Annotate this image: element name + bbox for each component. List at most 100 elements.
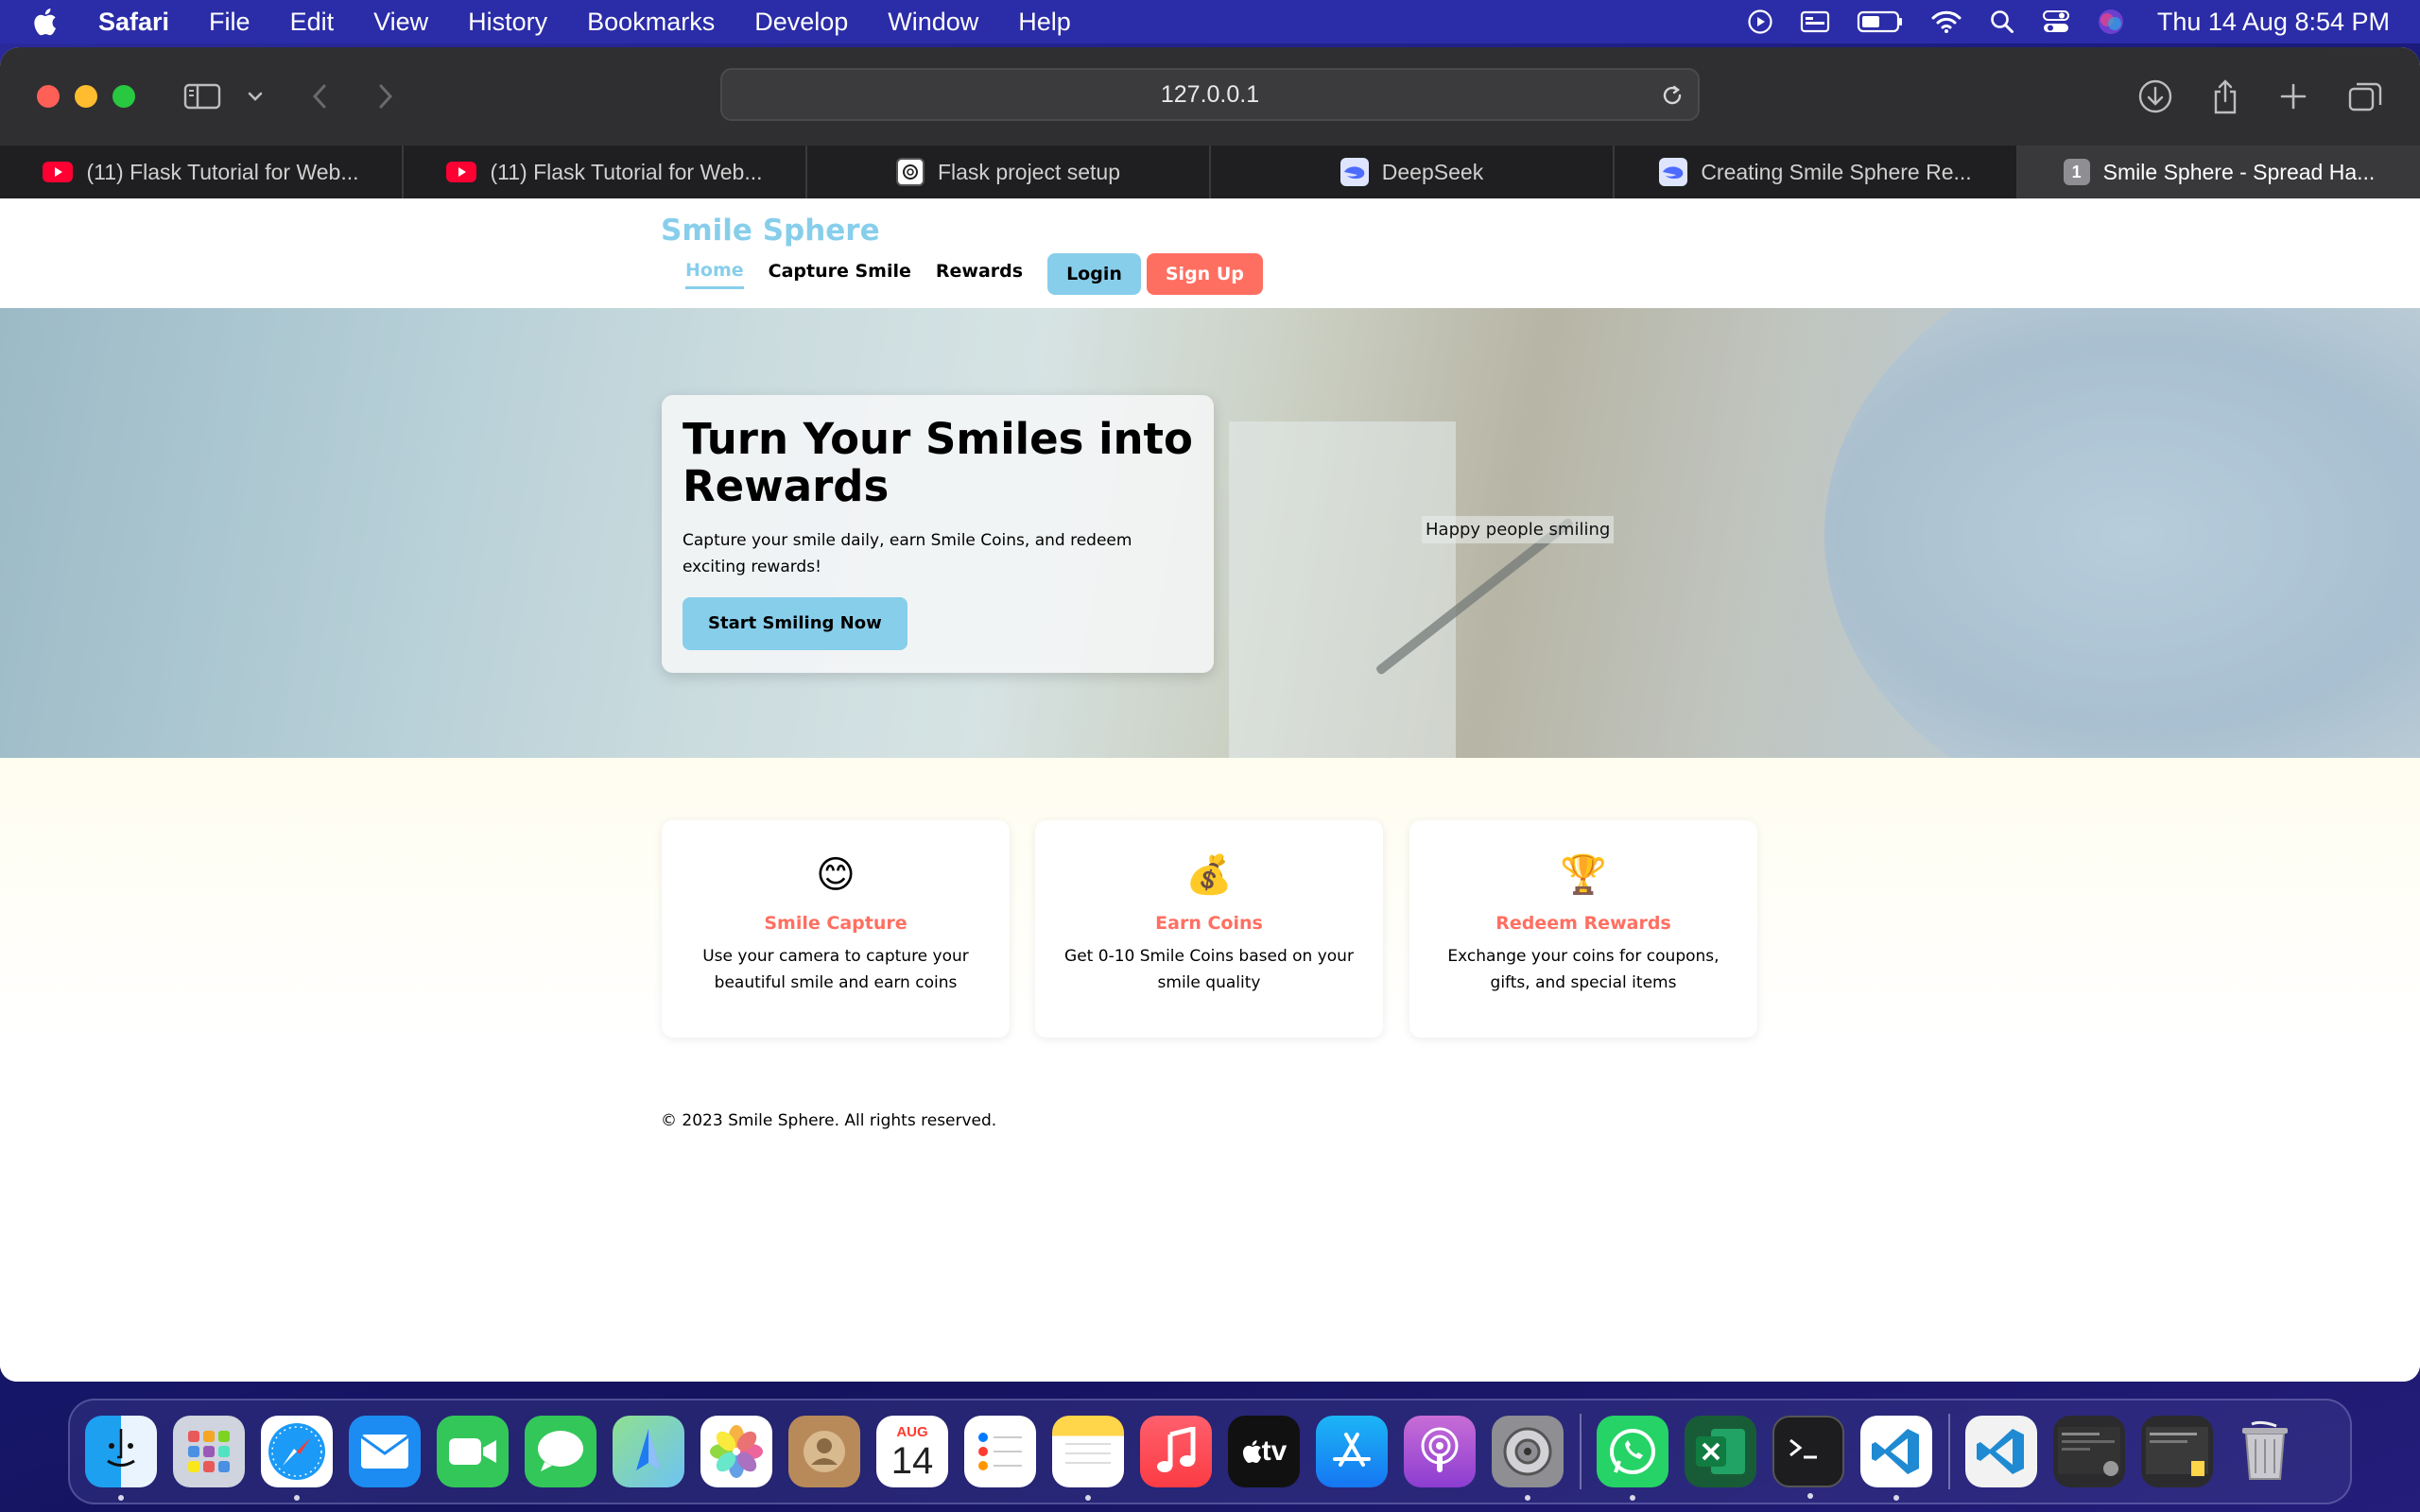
excel-icon[interactable] (1685, 1416, 1756, 1487)
deepseek-icon (1340, 158, 1369, 186)
hero-title: Turn Your Smiles into Rewards (683, 414, 1193, 511)
tab-title: DeepSeek (1381, 159, 1484, 184)
hero-text: Capture your smile daily, earn Smile Coi… (683, 531, 1132, 576)
dock-separator (1948, 1414, 1950, 1489)
maps-icon[interactable] (613, 1416, 684, 1487)
signup-button[interactable]: Sign Up (1146, 253, 1263, 295)
menu-help[interactable]: Help (1018, 8, 1071, 37)
nav-rewards-link[interactable]: Rewards (936, 261, 1023, 287)
siri-icon[interactable] (2097, 8, 2125, 36)
terminal-icon[interactable] (1772, 1416, 1844, 1499)
control-center-icon[interactable] (2042, 9, 2070, 35)
nav-capture-smile-link[interactable]: Capture Smile (769, 261, 911, 287)
tab-title: (11) Flask Tutorial for Web... (86, 159, 359, 184)
app-store-icon[interactable] (1316, 1416, 1388, 1487)
back-arrow-icon[interactable] (297, 74, 342, 119)
menu-history[interactable]: History (468, 8, 547, 37)
play-icon[interactable] (1747, 9, 1773, 35)
dock: AUG 14 tv (68, 1399, 2352, 1504)
chevron-down-icon[interactable] (233, 74, 278, 119)
vscode-icon[interactable] (1860, 1416, 1932, 1501)
deepseek-icon (1659, 158, 1688, 186)
tab-overview-icon[interactable] (2342, 74, 2388, 119)
address-bar-url[interactable]: 127.0.0.1 (1161, 81, 1259, 109)
apple-tv-label: tv (1261, 1435, 1288, 1467)
launchpad-icon[interactable] (173, 1416, 245, 1487)
browser-toolbar: 127.0.0.1 (0, 47, 2420, 146)
youtube-icon (446, 162, 477, 182)
site-header: Smile Sphere Home Capture Smile Rewards … (0, 198, 2420, 308)
messages-icon[interactable] (525, 1416, 596, 1487)
site-logo[interactable]: Smile Sphere (661, 214, 880, 248)
chatgpt-icon (895, 158, 925, 186)
tab-number-icon: 1 (2063, 159, 2090, 185)
apple-tv-icon[interactable]: tv (1228, 1416, 1300, 1487)
music-icon[interactable] (1140, 1416, 1212, 1487)
whatsapp-icon[interactable] (1597, 1416, 1668, 1501)
recent-window-thumbnail-icon[interactable] (2053, 1416, 2125, 1487)
feature-card-smile-capture: 😊 Smile Capture Use your camera to captu… (662, 820, 1010, 1038)
site-nav: Home Capture Smile Rewards Login Sign Up (685, 253, 1263, 295)
display-icon[interactable] (1800, 9, 1830, 34)
tab-flask-tutorial-1[interactable]: (11) Flask Tutorial for Web... (0, 146, 404, 198)
feature-text: Get 0-10 Smile Coins based on your smile… (1064, 947, 1354, 992)
photos-icon[interactable] (700, 1416, 772, 1487)
menu-bookmarks[interactable]: Bookmarks (587, 8, 715, 37)
forward-arrow-icon[interactable] (363, 74, 408, 119)
mail-icon[interactable] (349, 1416, 421, 1487)
trophy-icon: 🏆 (1560, 853, 1607, 897)
feature-title: Earn Coins (1155, 913, 1263, 934)
sidebar-toggle-icon[interactable] (180, 74, 225, 119)
contacts-icon[interactable] (788, 1416, 860, 1487)
menu-window[interactable]: Window (888, 8, 978, 37)
spotlight-search-icon[interactable] (1989, 9, 2015, 35)
tab-smile-sphere-active[interactable]: 1 Smile Sphere - Spread Ha... (2018, 146, 2420, 198)
login-button[interactable]: Login (1047, 253, 1141, 295)
new-tab-plus-icon[interactable] (2271, 74, 2316, 119)
facetime-icon[interactable] (437, 1416, 509, 1487)
zoom-window-button[interactable] (112, 85, 135, 108)
feature-title: Smile Capture (764, 913, 908, 934)
feature-text: Exchange your coins for coupons, gifts, … (1447, 947, 1720, 992)
nav-home-link[interactable]: Home (685, 260, 744, 289)
share-icon[interactable] (2203, 74, 2248, 119)
tab-flask-tutorial-2[interactable]: (11) Flask Tutorial for Web... (404, 146, 807, 198)
tab-deepseek[interactable]: DeepSeek (1211, 146, 1615, 198)
recent-document-thumbnail-icon[interactable] (2141, 1416, 2213, 1487)
menu-file[interactable]: File (209, 8, 251, 37)
smiling-face-icon: 😊 (816, 853, 856, 897)
system-settings-icon[interactable] (1492, 1416, 1564, 1501)
tab-title: (11) Flask Tutorial for Web... (490, 159, 763, 184)
menu-edit[interactable]: Edit (290, 8, 335, 37)
hero-card: Turn Your Smiles into Rewards Capture yo… (662, 395, 1214, 673)
vscode-document-icon[interactable] (1965, 1416, 2037, 1487)
menu-develop[interactable]: Develop (754, 8, 848, 37)
reload-icon[interactable] (1658, 81, 1686, 116)
menu-view[interactable]: View (373, 8, 428, 37)
feature-card-earn-coins: 💰 Earn Coins Get 0-10 Smile Coins based … (1035, 820, 1383, 1038)
tab-creating-smile-sphere[interactable]: Creating Smile Sphere Re... (1615, 146, 2018, 198)
tab-flask-project-setup[interactable]: Flask project setup (807, 146, 1211, 198)
tab-title: Smile Sphere - Spread Ha... (2102, 159, 2376, 184)
downloads-icon[interactable] (2133, 74, 2178, 119)
start-smiling-button[interactable]: Start Smiling Now (683, 597, 908, 650)
wifi-icon[interactable] (1930, 9, 1962, 34)
menubar-clock[interactable]: Thu 14 Aug 8:54 PM (2157, 8, 2390, 37)
minimize-window-button[interactable] (75, 85, 97, 108)
podcasts-icon[interactable] (1404, 1416, 1476, 1487)
notes-icon[interactable] (1052, 1416, 1124, 1501)
address-bar[interactable]: 127.0.0.1 (720, 68, 1700, 121)
youtube-icon (43, 162, 74, 182)
battery-icon[interactable] (1857, 9, 1904, 34)
menu-app-safari[interactable]: Safari (98, 8, 169, 37)
money-bag-icon: 💰 (1185, 853, 1233, 897)
menu-bar: Safari File Edit View History Bookmarks … (0, 0, 2420, 43)
finder-icon[interactable] (85, 1416, 157, 1501)
safari-icon[interactable] (261, 1416, 333, 1501)
reminders-icon[interactable] (964, 1416, 1036, 1487)
calendar-icon[interactable]: AUG 14 (876, 1416, 948, 1487)
trash-icon[interactable] (2229, 1416, 2301, 1487)
apple-menu-icon[interactable] (32, 8, 79, 36)
calendar-month: AUG (896, 1423, 928, 1440)
close-window-button[interactable] (37, 85, 60, 108)
